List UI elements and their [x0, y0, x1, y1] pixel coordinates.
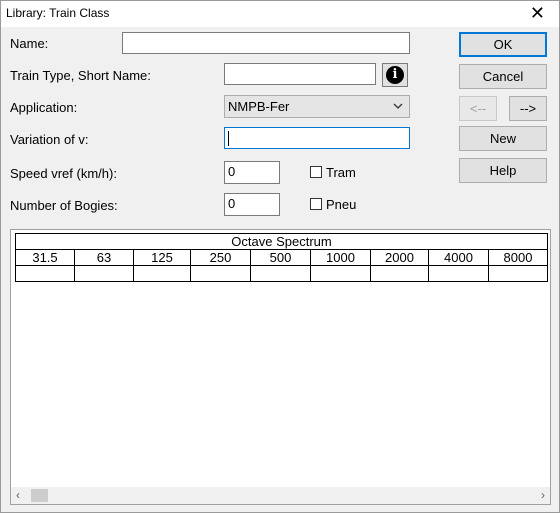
band-value-cell[interactable]: [74, 265, 134, 282]
band-value-cell[interactable]: [310, 265, 371, 282]
info-circle-icon: i: [386, 66, 404, 84]
band-value-cell[interactable]: [190, 265, 251, 282]
spectrum-title-row: Octave Spectrum: [15, 233, 548, 250]
variation-label: Variation of v:: [10, 132, 89, 147]
name-label: Name:: [10, 36, 49, 51]
spectrum-band-row: 31.5 63 125 250 500 1000 2000 4000 8000: [15, 249, 548, 266]
band-header: 31.5: [15, 249, 75, 266]
band-header: 63: [74, 249, 134, 266]
band-value-cell[interactable]: [133, 265, 191, 282]
pneu-label: Pneu: [326, 197, 357, 212]
bogies-input[interactable]: 0: [224, 193, 280, 216]
variation-input[interactable]: [224, 127, 410, 149]
window-title: Library: Train Class: [6, 6, 110, 20]
spectrum-value-row: [15, 265, 548, 282]
spectrum-title: Octave Spectrum: [15, 233, 548, 250]
band-value-cell[interactable]: [250, 265, 311, 282]
tram-label: Tram: [326, 165, 356, 180]
name-input[interactable]: [122, 32, 410, 54]
bogies-label: Number of Bogies:: [10, 198, 118, 213]
train-class-dialog: Library: Train Class ✕ Name: Train Type,…: [0, 0, 560, 513]
title-bar: Library: Train Class ✕: [1, 1, 559, 27]
train-type-input[interactable]: [224, 63, 376, 85]
next-button[interactable]: -->: [509, 96, 547, 121]
new-button[interactable]: New: [459, 126, 547, 151]
scrollbar-thumb[interactable]: [31, 489, 48, 502]
band-value-cell[interactable]: [488, 265, 548, 282]
application-select[interactable]: NMPB-Fer: [224, 95, 410, 118]
band-header: 2000: [370, 249, 429, 266]
band-value-cell[interactable]: [428, 265, 489, 282]
band-header: 1000: [310, 249, 371, 266]
chevron-down-icon: [393, 103, 403, 109]
octave-spectrum-table: Octave Spectrum 31.5 63 125 250 500 1000…: [15, 233, 548, 282]
ok-button[interactable]: OK: [459, 32, 547, 57]
octave-spectrum-grid[interactable]: Octave Spectrum 31.5 63 125 250 500 1000…: [10, 229, 551, 505]
speed-input[interactable]: 0: [224, 161, 280, 184]
band-value-cell[interactable]: [370, 265, 429, 282]
train-type-label: Train Type, Short Name:: [10, 68, 151, 83]
band-header: 250: [190, 249, 251, 266]
band-header: 500: [250, 249, 311, 266]
cancel-button[interactable]: Cancel: [459, 64, 547, 89]
band-header: 4000: [428, 249, 489, 266]
scroll-left-icon[interactable]: ‹: [16, 488, 20, 502]
speed-label: Speed vref (km/h):: [10, 166, 117, 181]
help-button[interactable]: Help: [459, 158, 547, 183]
band-header: 8000: [488, 249, 548, 266]
application-selected-value: NMPB-Fer: [228, 99, 290, 114]
text-caret: [228, 131, 229, 147]
train-type-info-button[interactable]: i: [382, 63, 408, 87]
tram-checkbox[interactable]: [310, 166, 322, 178]
band-value-cell[interactable]: [15, 265, 75, 282]
pneu-checkbox[interactable]: [310, 198, 322, 210]
close-icon[interactable]: ✕: [530, 3, 545, 23]
application-label: Application:: [10, 100, 78, 115]
horizontal-scrollbar[interactable]: ‹ ›: [11, 487, 550, 504]
scroll-right-icon[interactable]: ›: [541, 488, 545, 502]
band-header: 125: [133, 249, 191, 266]
previous-button[interactable]: <--: [459, 96, 497, 121]
